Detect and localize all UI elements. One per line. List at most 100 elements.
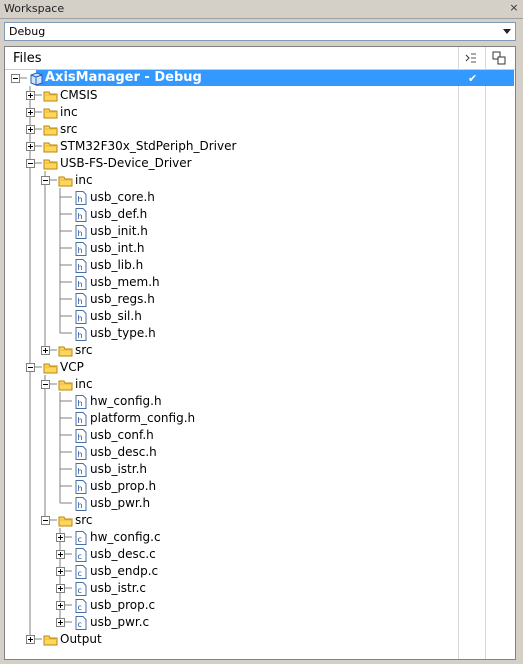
tree-item-label: usb_pwr.h [90, 496, 151, 510]
svg-text:h: h [78, 280, 83, 289]
expand-icon[interactable] [26, 91, 35, 100]
collapse-icon[interactable] [26, 159, 35, 168]
header-file-icon: h [73, 462, 89, 477]
expand-icon[interactable] [26, 125, 35, 134]
tree-file-item[interactable]: h usb_desc.h [5, 444, 455, 460]
configuration-dropdown[interactable]: Debug [4, 22, 516, 41]
header-file-icon: h [73, 479, 89, 494]
tree-file-item[interactable]: c usb_istr.c [5, 580, 455, 596]
svg-text:h: h [78, 246, 83, 255]
svg-text:c: c [78, 603, 82, 612]
tree-file-item[interactable]: h hw_config.h [5, 393, 455, 409]
tree-item-label: usb_prop.h [90, 479, 157, 493]
workspace-titlebar: Workspace × [0, 0, 523, 19]
folder-icon [43, 632, 59, 646]
tree-file-item[interactable]: h usb_init.h [5, 223, 455, 239]
svg-text:h: h [78, 433, 83, 442]
close-icon[interactable]: × [508, 2, 520, 14]
tree-item-label: src [75, 343, 93, 357]
tree-item-label: usb_desc.c [90, 547, 156, 561]
configuration-value: Debug [9, 25, 46, 38]
c-file-icon: c [73, 581, 89, 596]
tree-file-item[interactable]: h usb_pwr.h [5, 495, 455, 511]
tree-file-item[interactable]: h usb_def.h [5, 206, 455, 222]
tree-item-label: usb_pwr.c [90, 615, 150, 629]
tree-item-label: usb_mem.h [90, 275, 160, 289]
tree-file-item[interactable]: h usb_conf.h [5, 427, 455, 443]
tree-item-label: usb_prop.c [90, 598, 156, 612]
tree-item-label: usb_int.h [90, 241, 145, 255]
header-file-icon: h [73, 190, 89, 205]
tree-file-item[interactable]: c usb_desc.c [5, 546, 455, 562]
tree-item-label: usb_istr.c [90, 581, 147, 595]
chevron-down-icon[interactable] [503, 29, 511, 34]
tree-folder-item[interactable]: src [5, 342, 455, 358]
tree-file-item[interactable]: h usb_regs.h [5, 291, 455, 307]
tree-file-item[interactable]: h usb_sil.h [5, 308, 455, 324]
tree-item-label: usb_desc.h [90, 445, 157, 459]
tree-folder-item[interactable]: USB-FS-Device_Driver [5, 155, 455, 171]
tree-file-item[interactable]: h usb_int.h [5, 240, 455, 256]
tree-folder-item[interactable]: inc [5, 376, 455, 392]
expand-icon[interactable] [26, 635, 35, 644]
tree-file-item[interactable]: c hw_config.c [5, 529, 455, 545]
tree-folder-item[interactable]: inc [5, 104, 455, 120]
tree-folder-item[interactable]: src [5, 512, 455, 528]
tree-file-item[interactable]: h usb_istr.h [5, 461, 455, 477]
tree-item-label: src [75, 513, 93, 527]
collapse-icon[interactable] [26, 363, 35, 372]
c-file-icon: c [73, 615, 89, 630]
tree-file-item[interactable]: h usb_prop.h [5, 478, 455, 494]
tree-project-item[interactable]: AxisManager - Debug [5, 70, 455, 86]
tree-file-item[interactable]: c usb_pwr.c [5, 614, 455, 630]
tree-file-item[interactable]: h platform_config.h [5, 410, 455, 426]
tree-item-label: hw_config.c [90, 530, 161, 544]
tree-folder-item[interactable]: inc [5, 172, 455, 188]
header-file-icon: h [73, 411, 89, 426]
folder-icon [58, 173, 74, 187]
header-file-icon: h [73, 326, 89, 341]
expand-icon[interactable] [56, 567, 65, 576]
tree-item-label: usb_sil.h [90, 309, 142, 323]
collapse-icon[interactable] [41, 380, 50, 389]
collapse-icon[interactable] [11, 74, 20, 83]
tree-file-item[interactable]: h usb_core.h [5, 189, 455, 205]
tree-item-label: inc [75, 377, 93, 391]
tree-folder-item[interactable]: CMSIS [5, 87, 455, 103]
tree-file-item[interactable]: c usb_endp.c [5, 563, 455, 579]
expand-icon[interactable] [56, 618, 65, 627]
svg-text:h: h [78, 450, 83, 459]
tree-item-label: platform_config.h [90, 411, 196, 425]
tree-file-item[interactable]: c usb_prop.c [5, 597, 455, 613]
expand-icon[interactable] [26, 108, 35, 117]
expand-icon[interactable] [26, 142, 35, 151]
svg-text:c: c [78, 569, 82, 578]
expand-icon[interactable] [56, 601, 65, 610]
tree-folder-item[interactable]: Output [5, 631, 455, 647]
tree-item-label: inc [60, 105, 78, 119]
svg-text:h: h [78, 416, 83, 425]
tree-item-label: usb_core.h [90, 190, 155, 204]
expand-icon[interactable] [41, 346, 50, 355]
tree-file-item[interactable]: h usb_lib.h [5, 257, 455, 273]
collapse-icon[interactable] [41, 516, 50, 525]
expand-icon[interactable] [56, 584, 65, 593]
c-file-icon: c [73, 547, 89, 562]
tree-item-label: hw_config.h [90, 394, 162, 408]
header-file-icon: h [73, 207, 89, 222]
folder-icon [43, 105, 59, 119]
tree-folder-item[interactable]: STM32F30x_StdPeriph_Driver [5, 138, 455, 154]
tree-file-item[interactable]: h usb_type.h [5, 325, 455, 341]
tree-folder-item[interactable]: VCP [5, 359, 455, 375]
expand-icon[interactable] [56, 550, 65, 559]
tree-item-label: USB-FS-Device_Driver [60, 156, 192, 170]
svg-text:c: c [78, 552, 82, 561]
collapse-icon[interactable] [41, 176, 50, 185]
header-file-icon: h [73, 224, 89, 239]
tree-folder-item[interactable]: src [5, 121, 455, 137]
c-file-icon: c [73, 598, 89, 613]
tree-file-item[interactable]: h usb_mem.h [5, 274, 455, 290]
expand-icon[interactable] [56, 533, 65, 542]
svg-text:h: h [78, 212, 83, 221]
tree-item-label: AxisManager - Debug [45, 70, 202, 85]
